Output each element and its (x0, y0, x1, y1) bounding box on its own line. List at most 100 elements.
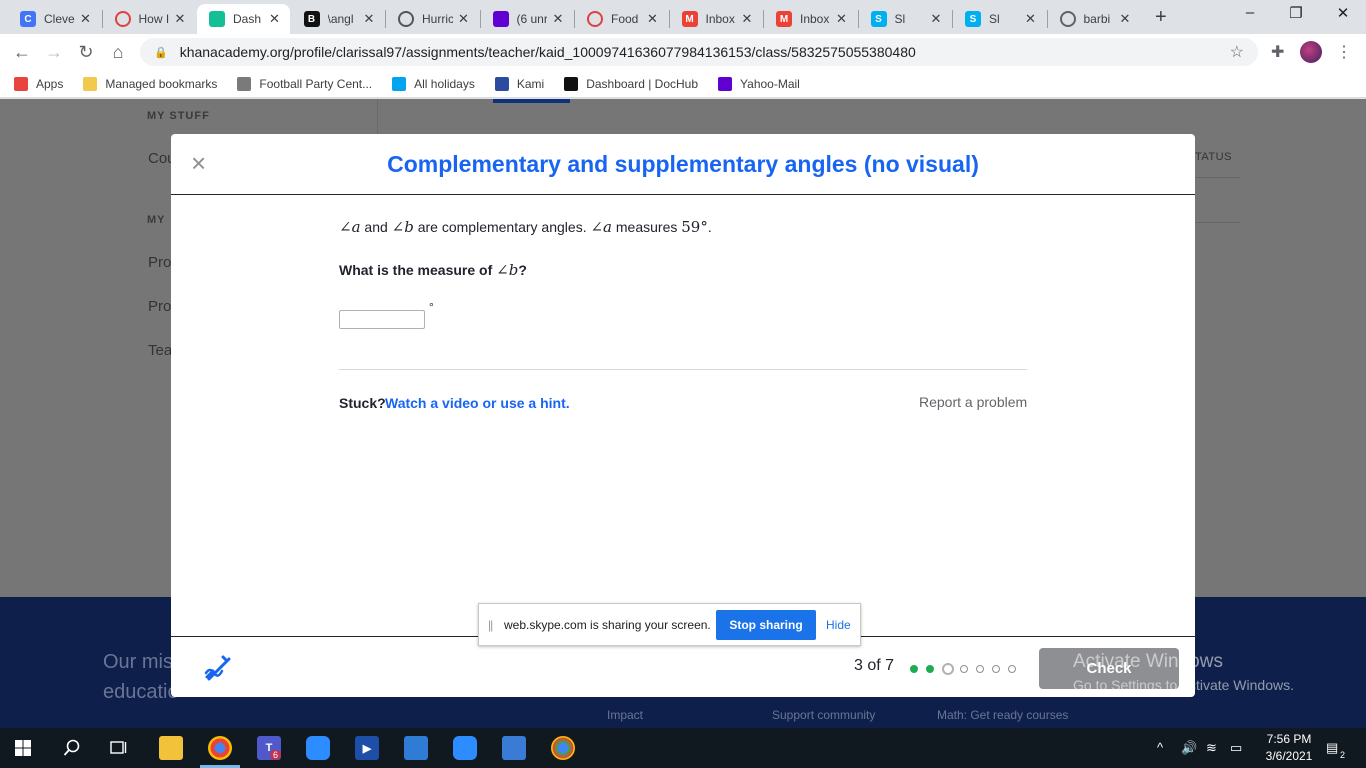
kebab-menu-icon[interactable]: ⋮ (1336, 42, 1352, 62)
tray-chevron-up-icon[interactable]: ^ (1157, 740, 1163, 755)
drag-handle-icon[interactable]: || (488, 618, 493, 632)
hint-link[interactable]: Watch a video or use a hint. (385, 395, 570, 411)
globe-icon (1059, 11, 1076, 27)
close-icon[interactable]: × (191, 150, 206, 176)
media-player-icon[interactable]: ▶ (355, 736, 379, 760)
bookmark-item[interactable]: Yahoo-Mail (718, 76, 800, 91)
scratchpad-pencil-icon[interactable] (203, 653, 231, 681)
bookmark-item[interactable]: Apps (14, 76, 63, 91)
kami-icon (494, 76, 509, 91)
footer-link[interactable]: Impact (607, 708, 643, 722)
question-prompt: What is the measure of ∠b? (339, 261, 527, 279)
minimize-icon[interactable]: – (1227, 4, 1273, 21)
browser-tab[interactable]: S Sl ✕ (859, 4, 952, 34)
volume-icon[interactable]: 🔊 (1181, 740, 1197, 756)
activation-watermark-sub: Go to Settings to activate Windows. (1073, 677, 1294, 693)
search-icon[interactable] (63, 739, 81, 757)
close-tab-icon[interactable]: ✕ (551, 11, 565, 27)
back-arrow-icon[interactable]: ← (10, 40, 34, 64)
close-window-icon[interactable]: ✕ (1320, 4, 1366, 22)
chrome-icon[interactable] (551, 736, 575, 760)
bookmark-item[interactable]: Football Party Cent... (237, 76, 372, 91)
close-tab-icon[interactable]: ✕ (457, 11, 471, 27)
task-view-icon[interactable] (110, 739, 128, 757)
footer-mission-line: educatio (103, 681, 179, 703)
browser-tab[interactable]: S Sl ✕ (953, 4, 1046, 34)
close-tab-icon[interactable]: ✕ (929, 11, 943, 27)
browser-tab[interactable]: (6 unr ✕ (481, 4, 574, 34)
bookmark-item[interactable]: All holidays (392, 76, 475, 91)
browser-tab[interactable]: C Cleve ✕ (8, 4, 101, 34)
photos-icon[interactable] (404, 736, 428, 760)
browser-tab[interactable]: M Inbox ✕ (670, 4, 763, 34)
address-bar[interactable]: 🔒 khanacademy.org/profile/clarissal97/as… (140, 38, 1258, 66)
close-tab-icon[interactable]: ✕ (1118, 11, 1132, 27)
browser-tab[interactable]: barbi ✕ (1048, 4, 1141, 34)
profile-avatar[interactable] (1300, 41, 1322, 63)
sidebar-item[interactable]: Tea (148, 342, 172, 359)
close-tab-icon[interactable]: ✕ (79, 11, 93, 27)
browser-tab[interactable]: How I ✕ (103, 4, 196, 34)
footer-link[interactable]: Math: Get ready courses (937, 708, 1068, 722)
bookmark-item[interactable]: Managed bookmarks (83, 76, 218, 91)
progress-dot (992, 665, 1000, 673)
close-tab-icon[interactable]: ✕ (646, 11, 660, 27)
bookmark-item[interactable]: Kami (494, 76, 545, 91)
bookmark-label: Dashboard | DocHub (586, 76, 699, 91)
extensions-puzzle-icon[interactable]: ✚ (1271, 42, 1284, 62)
system-clock[interactable]: 7:56 PM 3/6/2021 (1258, 731, 1320, 765)
browser-tab[interactable]: Hurric ✕ (386, 4, 479, 34)
file-explorer-icon[interactable] (159, 736, 183, 760)
close-tab-icon[interactable]: ✕ (173, 11, 187, 27)
wifi-icon[interactable]: ≋ (1206, 740, 1217, 756)
clock-time: 7:56 PM (1266, 732, 1312, 746)
answer-input[interactable] (339, 310, 425, 329)
close-tab-icon[interactable]: ✕ (740, 11, 754, 27)
close-tab-icon[interactable]: ✕ (362, 11, 376, 27)
modal-header: × Complementary and supplementary angles… (171, 134, 1195, 195)
calculator-icon[interactable] (502, 736, 526, 760)
table-divider (1195, 222, 1240, 223)
zoom-icon[interactable] (453, 736, 477, 760)
degree-symbol: ° (429, 300, 434, 314)
lock-icon[interactable]: 🔒 (154, 46, 168, 59)
footer-link[interactable]: Support community (772, 708, 875, 722)
khan-academy-icon (209, 11, 225, 27)
folder-icon (83, 76, 98, 91)
forward-arrow-icon[interactable]: → (42, 40, 66, 64)
restore-icon[interactable]: ❐ (1273, 4, 1319, 22)
close-tab-icon[interactable]: ✕ (835, 11, 849, 27)
footer-mission-line: Our mis (103, 651, 173, 673)
sidebar-heading: MY STUFF (147, 110, 210, 122)
home-icon[interactable]: ⌂ (106, 40, 130, 64)
tab-title: Cleve (44, 12, 75, 26)
close-tab-icon[interactable]: ✕ (1024, 11, 1038, 27)
notifications-icon[interactable]: ▤ (1326, 740, 1338, 756)
reload-icon[interactable]: ↻ (74, 40, 98, 64)
report-problem-link[interactable]: Report a problem (919, 394, 1027, 410)
teams-badge: 6 (270, 750, 282, 760)
sidebar-heading: MY (147, 214, 166, 226)
math-angle: ∠b (391, 218, 414, 236)
circle-logo-icon (398, 11, 414, 27)
bookmark-label: Kami (516, 76, 545, 91)
bookmark-item[interactable]: Dashboard | DocHub (564, 76, 699, 91)
windows-start-icon[interactable] (15, 740, 31, 756)
stop-sharing-button[interactable]: Stop sharing (716, 610, 816, 640)
browser-tab[interactable]: Food ✕ (575, 4, 668, 34)
bookmark-star-icon[interactable]: ☆ (1230, 42, 1244, 62)
hide-button[interactable]: Hide (826, 618, 851, 632)
browser-tab[interactable]: M Inbox ✕ (764, 4, 857, 34)
browser-tab[interactable]: Dash ✕ (197, 4, 290, 34)
battery-icon[interactable]: ▭ (1230, 740, 1242, 756)
zoom-icon[interactable] (306, 736, 330, 760)
chrome-icon[interactable] (208, 736, 232, 760)
browser-tab[interactable]: B \angl ✕ (292, 4, 385, 34)
close-tab-icon[interactable]: ✕ (268, 11, 282, 27)
new-tab-plus-icon[interactable]: + (1155, 6, 1167, 29)
sidebar-item[interactable]: Pro (148, 254, 171, 271)
sidebar-item[interactable]: Pro (148, 298, 171, 315)
bookmark-label: Managed bookmarks (105, 76, 218, 91)
tab-title: Inbox (800, 12, 830, 26)
tab-strip: C Cleve ✕ How I ✕ Dash ✕ B \angl ✕ Hurric ✕ (6 unr ✕ F… (0, 0, 1366, 34)
